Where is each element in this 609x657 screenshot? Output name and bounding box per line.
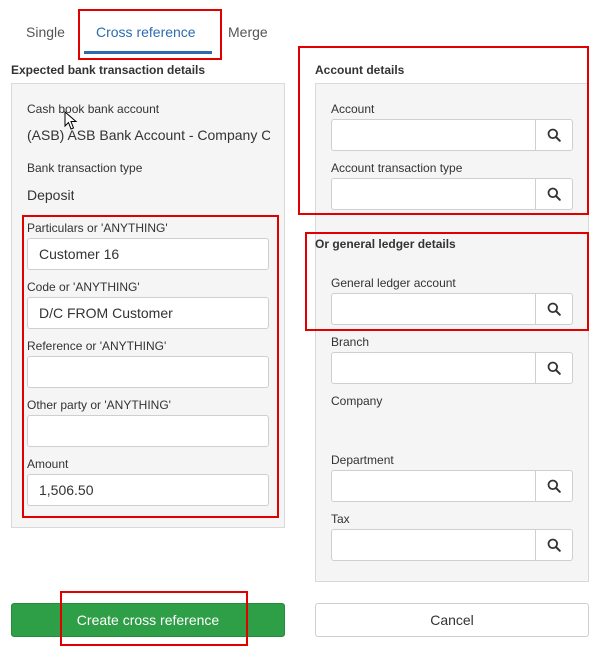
account-txn-type-input[interactable] [331,178,536,210]
branch-label: Branch [331,335,370,349]
create-cross-reference-button[interactable]: Create cross reference [11,603,285,637]
code-label: Code or 'ANYTHING' [27,280,140,294]
account-label: Account [331,102,375,116]
branch-lookup[interactable] [331,352,573,384]
account-section-title: Account details [315,63,405,77]
branch-input[interactable] [331,352,536,384]
company-label: Company [331,394,383,408]
department-label: Department [331,453,394,467]
other-party-label: Other party or 'ANYTHING' [27,398,171,412]
amount-input[interactable] [27,474,269,506]
cash-book-label: Cash book bank account [27,102,160,116]
tab-single[interactable]: Single [26,24,65,40]
cancel-button[interactable]: Cancel [315,603,589,637]
reference-input[interactable] [27,356,269,388]
gl-account-lookup[interactable] [331,293,573,325]
search-icon [547,538,561,552]
search-icon [547,361,561,375]
particulars-label: Particulars or 'ANYTHING' [27,221,168,235]
amount-label: Amount [27,457,69,471]
tab-cross-reference[interactable]: Cross reference [96,24,196,40]
gl-account-label: General ledger account [331,276,456,290]
search-icon [547,302,561,316]
txn-type-label: Bank transaction type [27,161,143,175]
tax-lookup[interactable] [331,529,573,561]
account-search-button[interactable] [535,119,573,151]
txn-type-value: Deposit [27,187,75,203]
account-lookup[interactable] [331,119,573,151]
department-search-button[interactable] [535,470,573,502]
department-input[interactable] [331,470,536,502]
particulars-input[interactable] [27,238,269,270]
account-panel [315,83,589,582]
code-input[interactable] [27,297,269,329]
department-lookup[interactable] [331,470,573,502]
reference-label: Reference or 'ANYTHING' [27,339,167,353]
gl-section-title: Or general ledger details [315,237,456,251]
other-party-input[interactable] [27,415,269,447]
active-tab-indicator [84,51,212,54]
gl-account-search-button[interactable] [535,293,573,325]
tab-merge[interactable]: Merge [228,24,268,40]
account-txn-type-label: Account transaction type [331,161,463,175]
account-input[interactable] [331,119,536,151]
branch-search-button[interactable] [535,352,573,384]
expected-section-title: Expected bank transaction details [11,63,206,77]
gl-account-input[interactable] [331,293,536,325]
account-txn-type-lookup[interactable] [331,178,573,210]
search-icon [547,479,561,493]
tax-search-button[interactable] [535,529,573,561]
search-icon [547,128,561,142]
search-icon [547,187,561,201]
tax-label: Tax [331,512,350,526]
mouse-cursor-icon [64,111,78,130]
tax-input[interactable] [331,529,536,561]
account-txn-type-search-button[interactable] [535,178,573,210]
